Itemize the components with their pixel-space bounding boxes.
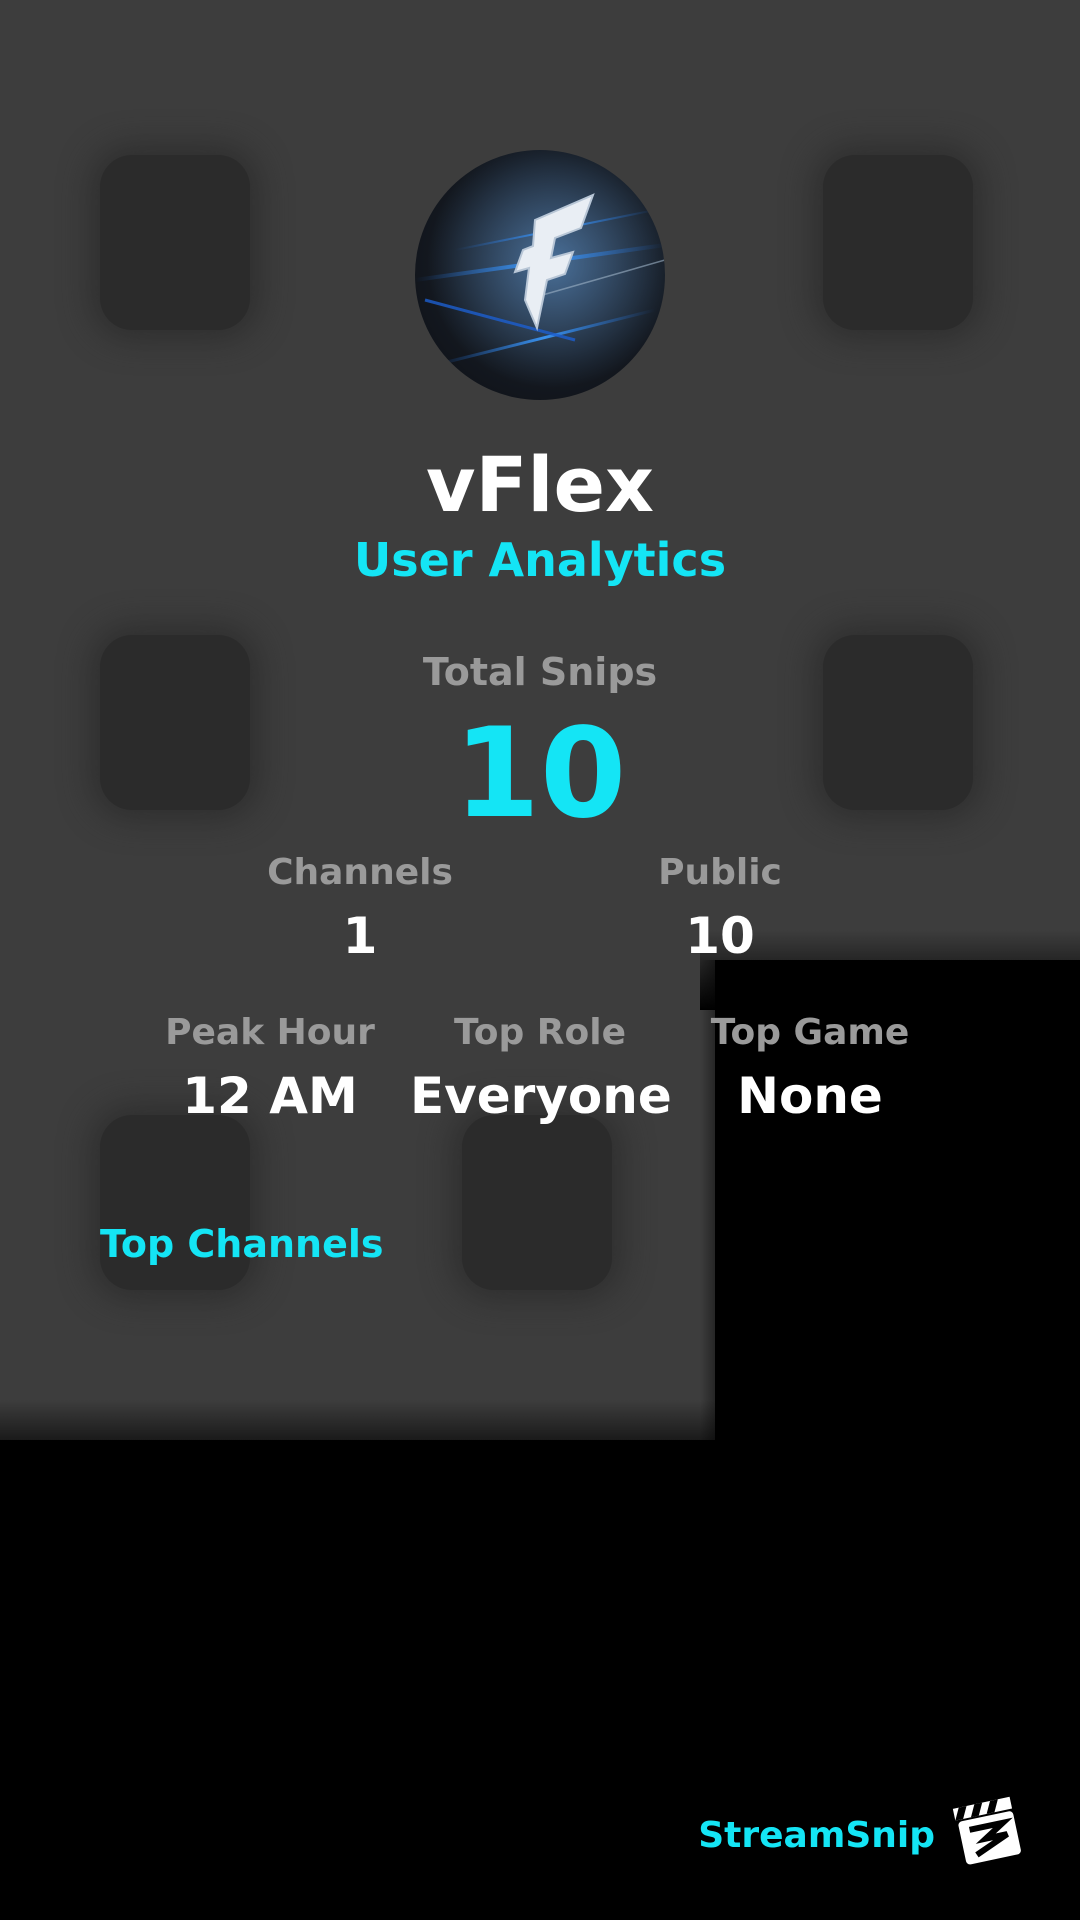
stat-label: Public — [658, 852, 782, 893]
lightning-f-logo-icon — [415, 150, 665, 400]
stat-public: Public 10 — [600, 852, 840, 965]
stat-value: Everyone — [410, 1067, 672, 1125]
clapperboard-logo-icon — [948, 1790, 1028, 1870]
stat-value: 10 — [685, 907, 755, 965]
stat-channels: Channels 1 — [240, 852, 480, 965]
avatar — [415, 150, 665, 400]
stat-label: Channels — [267, 852, 453, 893]
stat-top-role: Top Role Everyone — [410, 1012, 672, 1125]
total-snips-value: 10 — [453, 702, 627, 846]
total-snips-label: Total Snips — [422, 650, 658, 694]
background-fade — [0, 1400, 720, 1470]
stat-label: Top Role — [453, 1012, 627, 1053]
stat-value: 12 AM — [182, 1067, 358, 1125]
stat-top-game: Top Game None — [690, 1012, 930, 1125]
background-tile — [100, 155, 250, 330]
page-subtitle: User Analytics — [353, 533, 727, 587]
stat-peak-hour: Peak Hour 12 AM — [150, 1012, 390, 1125]
stat-label: Top Game — [710, 1012, 910, 1053]
background-tile — [462, 1115, 612, 1290]
top-channels-heading: Top Channels — [100, 1222, 384, 1266]
brand-name: StreamSnip — [698, 1815, 935, 1856]
background-tile — [823, 155, 973, 330]
username: vFlex — [425, 440, 655, 529]
stat-label: Peak Hour — [165, 1012, 375, 1053]
stat-value: 1 — [342, 907, 378, 965]
stat-value: None — [737, 1067, 883, 1125]
